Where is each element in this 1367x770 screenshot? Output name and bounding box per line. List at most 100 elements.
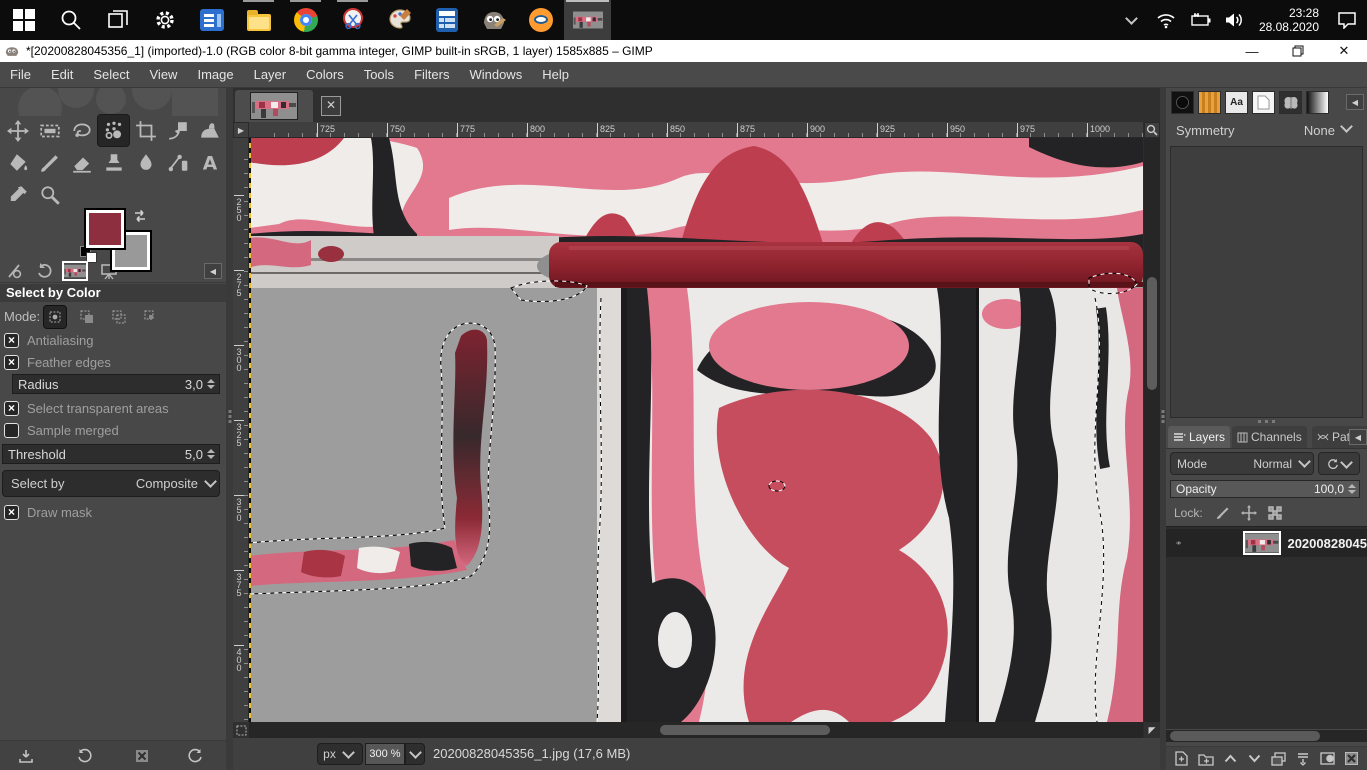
layer-mode-group-button[interactable] (1318, 452, 1360, 475)
swap-colors-icon[interactable] (132, 208, 148, 224)
radius-slider[interactable]: Radius 3,0 (12, 374, 220, 394)
tray-clock[interactable]: 23:28 28.08.2020 (1251, 6, 1327, 34)
horizontal-scrollbar[interactable] (249, 722, 1143, 738)
battery-indicator[interactable] (1183, 0, 1217, 40)
lock-pixels-icon[interactable] (1215, 505, 1231, 521)
gimp-button[interactable] (470, 0, 517, 40)
close-button[interactable]: ✕ (1321, 40, 1367, 62)
zoom-entry[interactable]: 300 % (365, 743, 405, 765)
radius-spinner[interactable] (207, 379, 215, 389)
draw-mask-row[interactable]: Draw mask (4, 504, 224, 520)
tool-paintbrush[interactable] (34, 147, 65, 178)
left-dock-collapse-button[interactable]: ◀ (204, 263, 222, 279)
feather-edges-checkbox[interactable] (4, 355, 19, 370)
tool-color-picker[interactable] (2, 179, 33, 210)
snipping-tool-button[interactable] (329, 0, 376, 40)
mode-replace-button[interactable] (44, 306, 66, 328)
left-panel-resize-handle[interactable] (226, 88, 233, 770)
tool-clone[interactable] (98, 147, 129, 178)
sample-merged-row[interactable]: Sample merged (4, 422, 224, 438)
mode-intersect-button[interactable] (140, 306, 162, 328)
horizontal-scrollbar-thumb[interactable] (660, 725, 830, 735)
menu-view[interactable]: View (140, 67, 188, 82)
zoom-fit-button[interactable] (1144, 122, 1160, 138)
menu-layer[interactable]: Layer (244, 67, 297, 82)
raise-layer-button[interactable] (1220, 748, 1241, 769)
symmetry-row[interactable]: Symmetry None (1166, 118, 1367, 144)
quick-mask-toggle[interactable] (233, 722, 249, 738)
settings-button[interactable] (141, 0, 188, 40)
navigation-preview-button[interactable]: ◤ (1144, 722, 1160, 738)
search-button[interactable] (47, 0, 94, 40)
start-button[interactable] (0, 0, 47, 40)
tab-document-history[interactable] (1252, 91, 1275, 114)
restore-button[interactable] (1275, 40, 1321, 62)
vertical-scrollbar[interactable] (1144, 138, 1160, 722)
tab-fonts[interactable]: Aa (1225, 91, 1248, 114)
delete-layer-button[interactable] (1341, 748, 1362, 769)
ruler-menu-button[interactable]: ▶ (233, 122, 249, 138)
chrome-button[interactable] (282, 0, 329, 40)
tool-rectangle-select[interactable] (34, 115, 65, 146)
gimp-window-taskbar-button[interactable] (564, 0, 611, 40)
antialiasing-checkbox[interactable] (4, 333, 19, 348)
tool-crop[interactable] (130, 115, 161, 146)
layer-row[interactable]: 20200828045 (1166, 529, 1367, 557)
image-tab[interactable] (235, 90, 313, 122)
volume-indicator[interactable] (1217, 0, 1251, 40)
layer-mode-dropdown[interactable]: Mode Normal (1170, 452, 1314, 475)
threshold-spinner[interactable] (207, 449, 215, 459)
lock-position-icon[interactable] (1241, 505, 1257, 521)
h-ruler[interactable]: 7257507758008258508759009259509751000 (249, 122, 1143, 138)
tab-undo-history[interactable] (32, 260, 58, 282)
layer-list-scrollbar[interactable] (1166, 730, 1367, 742)
minimize-button[interactable]: — (1229, 40, 1275, 62)
task-view-button[interactable] (94, 0, 141, 40)
menu-filters[interactable]: Filters (404, 67, 459, 82)
reset-defaults-button[interactable] (184, 745, 208, 767)
mode-add-button[interactable] (76, 306, 98, 328)
wifi-indicator[interactable] (1149, 0, 1183, 40)
blender-button[interactable] (517, 0, 564, 40)
canvas-image[interactable] (249, 138, 1143, 722)
tool-ink[interactable] (162, 147, 193, 178)
window-titlebar[interactable]: *[20200828045356_1] (imported)-1.0 (RGB … (0, 40, 1367, 62)
file-explorer-button[interactable] (235, 0, 282, 40)
opacity-slider[interactable]: Opacity 100,0 (1170, 480, 1360, 498)
lock-alpha-icon[interactable] (1267, 505, 1283, 521)
lower-layer-button[interactable] (1244, 748, 1265, 769)
menu-select[interactable]: Select (83, 67, 139, 82)
tool-move[interactable] (2, 115, 33, 146)
antialiasing-row[interactable]: Antialiasing (4, 332, 224, 348)
calculator-button[interactable] (423, 0, 470, 40)
layer-list-scrollbar-thumb[interactable] (1170, 731, 1320, 741)
layers-dock-collapse-button[interactable]: ◀ (1349, 429, 1367, 445)
draw-mask-checkbox[interactable] (4, 505, 19, 520)
presentation-app-button[interactable] (188, 0, 235, 40)
menu-tools[interactable]: Tools (354, 67, 404, 82)
tool-select-by-color[interactable] (98, 115, 129, 146)
right-dock-collapse-button[interactable]: ◀ (1346, 94, 1364, 110)
tool-eraser[interactable] (66, 147, 97, 178)
tab-symmetry[interactable] (1279, 91, 1302, 114)
select-transparent-row[interactable]: Select transparent areas (4, 400, 224, 416)
menu-edit[interactable]: Edit (41, 67, 83, 82)
menu-colors[interactable]: Colors (296, 67, 354, 82)
action-center-button[interactable] (1327, 0, 1367, 40)
tool-unified-transform[interactable] (162, 115, 193, 146)
dock-drag-handle[interactable] (1166, 420, 1367, 424)
tool-blur-sharpen[interactable] (130, 147, 161, 178)
unit-dropdown[interactable]: px (317, 743, 363, 765)
image-tab-close-button[interactable]: ✕ (321, 96, 341, 116)
merge-down-button[interactable] (1292, 748, 1313, 769)
new-layer-button[interactable] (1171, 748, 1192, 769)
opacity-spinner[interactable] (1348, 484, 1356, 494)
tray-expand-button[interactable] (1115, 0, 1149, 40)
tool-warp-transform[interactable] (194, 115, 225, 146)
tool-zoom[interactable] (34, 179, 65, 210)
add-layer-mask-button[interactable] (1317, 748, 1338, 769)
sample-merged-checkbox[interactable] (4, 423, 19, 438)
save-preset-button[interactable] (14, 745, 38, 767)
tool-bucket-fill[interactable] (2, 147, 33, 178)
tab-gradients[interactable] (1306, 91, 1329, 114)
